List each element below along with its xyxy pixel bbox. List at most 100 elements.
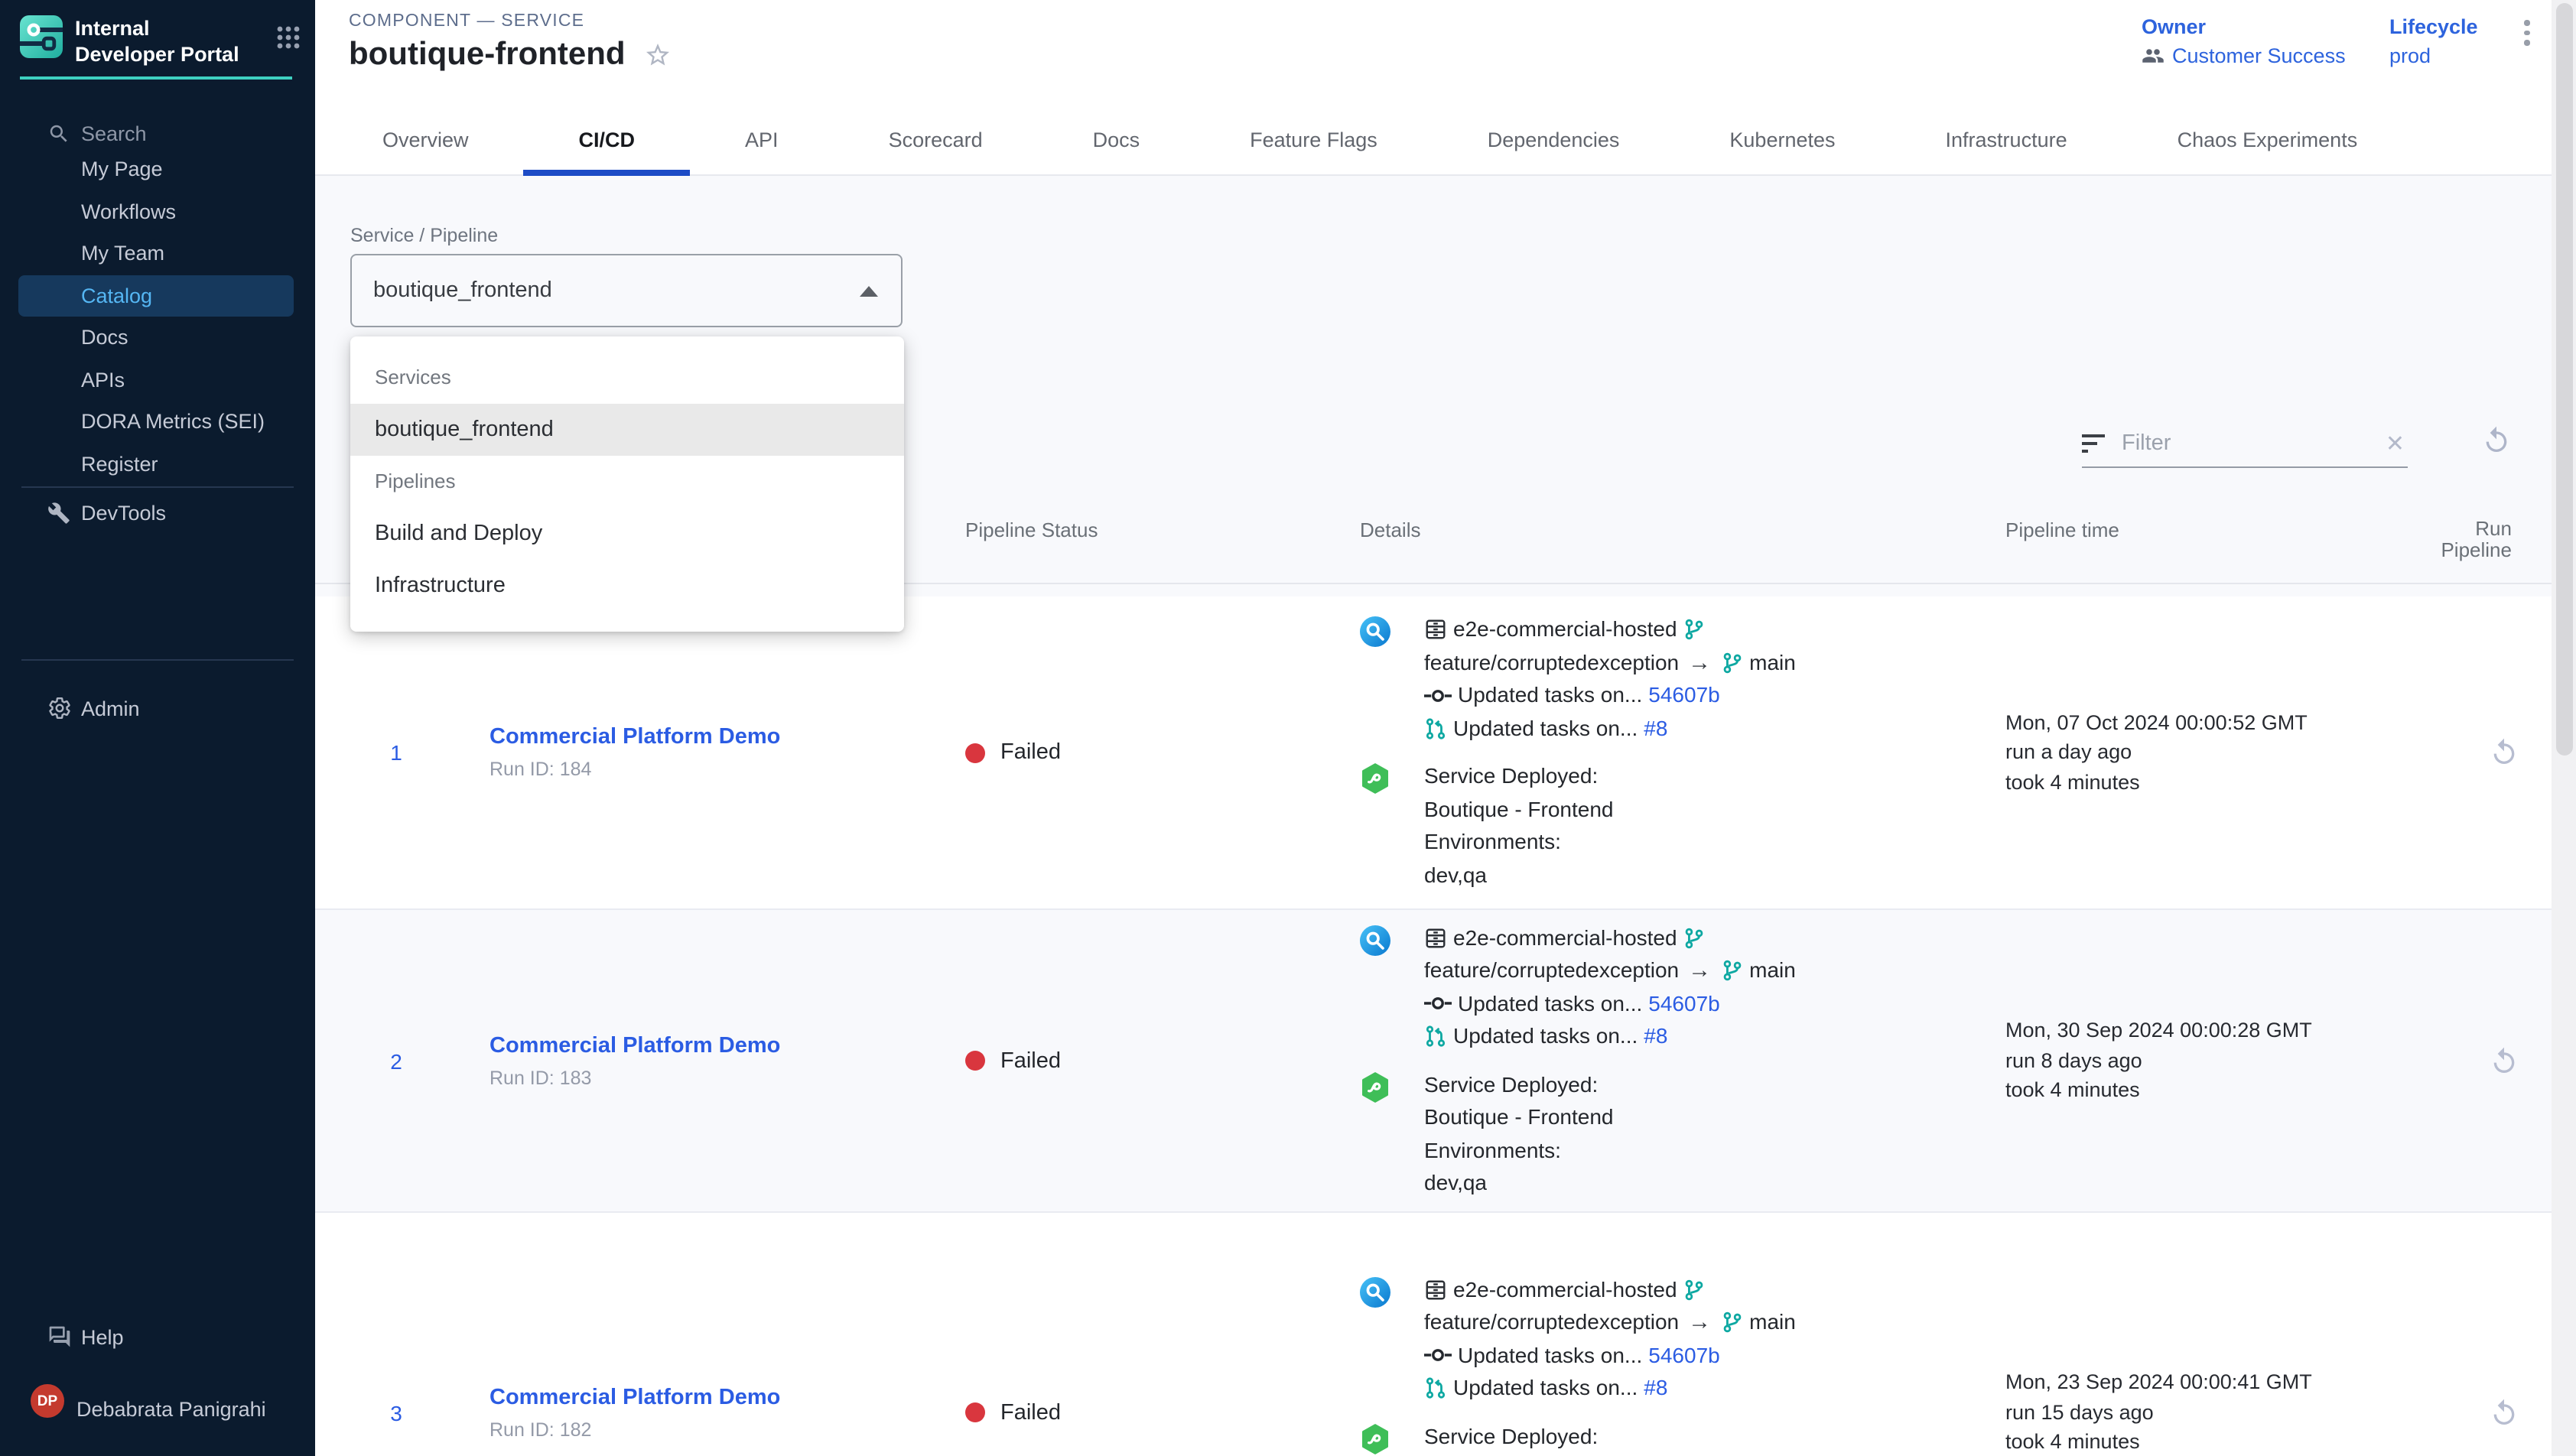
owner-link[interactable]: Customer Success xyxy=(2172,44,2346,67)
pipeline-name-link[interactable]: Commercial Platform Demo xyxy=(490,725,932,749)
clear-filter-icon[interactable]: ✕ xyxy=(2382,429,2408,457)
dropdown-item[interactable]: Build and Deploy xyxy=(350,508,904,560)
arrow-right-icon: → xyxy=(1685,1306,1714,1339)
pr-number-link[interactable]: #8 xyxy=(1644,712,1667,745)
dropdown-item[interactable]: Services xyxy=(350,352,904,404)
page-header: COMPONENT — SERVICE boutique-frontend Ow… xyxy=(315,0,2552,176)
sidebar-user[interactable]: DP Debabrata Panigrahi xyxy=(0,1389,315,1428)
service-pipeline-dropdown: Services boutique_frontend Pipelines Bui… xyxy=(350,336,904,632)
rerun-pipeline-icon[interactable] xyxy=(2489,1397,2519,1428)
tab-label: Scorecard xyxy=(889,128,983,151)
tab[interactable]: Kubernetes xyxy=(1674,109,1890,176)
dropdown-item[interactable]: Pipelines xyxy=(350,456,904,508)
cd-details: Service Deployed: Boutique - Frontend En… xyxy=(1360,1420,1987,1456)
repo-name[interactable]: e2e-commercial-hosted xyxy=(1453,613,1677,646)
brand-title: Internal Developer Portal xyxy=(75,15,246,67)
favorite-star-icon[interactable] xyxy=(644,41,672,69)
cd-stage-icon xyxy=(1360,1071,1390,1102)
tab[interactable]: Overview xyxy=(327,109,524,176)
refresh-icon[interactable] xyxy=(2481,425,2512,456)
dropdown-item-label: Pipelines xyxy=(375,470,456,492)
sidebar-item[interactable]: My Page xyxy=(18,148,294,190)
sidebar-search[interactable]: Search xyxy=(0,113,315,153)
svg-text:?: ? xyxy=(53,1328,58,1337)
ci-stage-icon xyxy=(1360,1276,1390,1307)
run-id: Run ID: 184 xyxy=(490,759,932,780)
sidebar-item[interactable]: APIs xyxy=(18,359,294,401)
pr-number-link[interactable]: #8 xyxy=(1644,1372,1667,1405)
repo-name[interactable]: e2e-commercial-hosted xyxy=(1453,1273,1677,1306)
owner-meta: Owner Customer Success xyxy=(2142,15,2346,67)
scrollbar-thumb[interactable] xyxy=(2555,3,2572,756)
rerun-pipeline-icon[interactable] xyxy=(2489,737,2519,768)
run-relative-time: run a day ago xyxy=(2005,738,2431,768)
sidebar-item[interactable]: My Team xyxy=(18,232,294,275)
tab[interactable]: Infrastructure xyxy=(1891,109,2122,176)
sidebar-item[interactable]: Catalog xyxy=(18,275,294,317)
sidebar-item-admin[interactable]: Admin xyxy=(0,688,315,728)
pipeline-name-link[interactable]: Commercial Platform Demo xyxy=(490,1033,932,1058)
run-duration: took 4 minutes xyxy=(2005,1428,2431,1456)
run-id: Run ID: 183 xyxy=(490,1067,932,1088)
sidebar-item[interactable]: Register xyxy=(18,443,294,485)
commit-message: Updated tasks on... xyxy=(1458,679,1642,712)
target-branch[interactable]: main xyxy=(1749,1306,1796,1339)
row-number: 2 xyxy=(350,1048,442,1073)
commit-hash-link[interactable]: 54607b xyxy=(1648,987,1719,1020)
cd-stage-icon xyxy=(1360,763,1390,794)
sidebar-item[interactable]: Workflows xyxy=(18,190,294,232)
tab-label: Feature Flags xyxy=(1250,128,1377,151)
rerun-pipeline-icon[interactable] xyxy=(2489,1045,2519,1076)
cd-details: Service Deployed: Boutique - Frontend En… xyxy=(1360,760,1987,892)
kebab-menu-icon[interactable] xyxy=(2513,20,2541,45)
arrow-right-icon: → xyxy=(1685,954,1714,987)
sidebar-item-help[interactable]: ? Help xyxy=(0,1317,315,1357)
dropdown-item[interactable]: boutique_frontend xyxy=(350,404,904,456)
sidebar-item-devtools[interactable]: DevTools xyxy=(0,492,315,532)
target-branch[interactable]: main xyxy=(1749,954,1796,987)
vertical-scrollbar[interactable] xyxy=(2552,0,2576,1456)
sidebar-item[interactable]: DORA Metrics (SEI) xyxy=(18,401,294,443)
sidebar-nav: My Page Workflows My Team Catalog Docs xyxy=(0,148,315,485)
user-avatar[interactable]: DP xyxy=(31,1384,64,1418)
user-name: Debabrata Panigrahi xyxy=(76,1397,266,1420)
source-branch[interactable]: feature/corruptedexception xyxy=(1424,954,1679,987)
pipeline-name-link[interactable]: Commercial Platform Demo xyxy=(490,1385,932,1409)
failed-status-dot xyxy=(965,1402,985,1422)
dropdown-item[interactable]: Infrastructure xyxy=(350,560,904,612)
service-pipeline-select[interactable]: boutique_frontend xyxy=(350,254,903,327)
commit-icon xyxy=(1424,687,1452,705)
git-branch-icon xyxy=(1720,652,1743,674)
tab[interactable]: API xyxy=(690,109,834,176)
source-branch[interactable]: feature/corruptedexception xyxy=(1424,646,1679,679)
column-header-run: Run Pipeline xyxy=(2431,518,2541,561)
commit-hash-link[interactable]: 54607b xyxy=(1648,679,1719,712)
repo-name[interactable]: e2e-commercial-hosted xyxy=(1453,921,1677,954)
tab[interactable]: Chaos Experiments xyxy=(2122,109,2413,176)
apps-grid-icon[interactable] xyxy=(277,26,300,49)
git-branch-icon xyxy=(1683,927,1706,950)
commit-hash-link[interactable]: 54607b xyxy=(1648,1339,1719,1372)
tab[interactable]: Docs xyxy=(1038,109,1195,176)
tab[interactable]: Dependencies xyxy=(1433,109,1675,176)
help-chat-icon: ? xyxy=(46,1324,72,1349)
filter-icon xyxy=(2082,434,2105,452)
tab-label: Overview xyxy=(382,128,469,151)
source-branch[interactable]: feature/corruptedexception xyxy=(1424,1306,1679,1339)
run-duration: took 4 minutes xyxy=(2005,768,2431,798)
pr-number-link[interactable]: #8 xyxy=(1644,1020,1667,1053)
service-pipeline-label: Service / Pipeline xyxy=(350,225,498,246)
table-row: 3 Commercial Platform Demo Run ID: 182 F… xyxy=(315,1213,2552,1456)
cd-stage-icon xyxy=(1360,1423,1390,1454)
tab[interactable]: CI/CD xyxy=(524,109,691,176)
filter-input[interactable] xyxy=(2119,429,2382,457)
tab[interactable]: Feature Flags xyxy=(1195,109,1433,176)
target-branch[interactable]: main xyxy=(1749,646,1796,679)
sidebar: Internal Developer Portal Search My Page xyxy=(0,0,315,1456)
lifecycle-meta: Lifecycle prod xyxy=(2389,15,2478,67)
tab-label: Chaos Experiments xyxy=(2178,128,2358,151)
sidebar-item[interactable]: Docs xyxy=(18,317,294,359)
tab[interactable]: Scorecard xyxy=(834,109,1038,176)
git-branch-icon xyxy=(1683,1279,1706,1302)
run-duration: took 4 minutes xyxy=(2005,1076,2431,1106)
